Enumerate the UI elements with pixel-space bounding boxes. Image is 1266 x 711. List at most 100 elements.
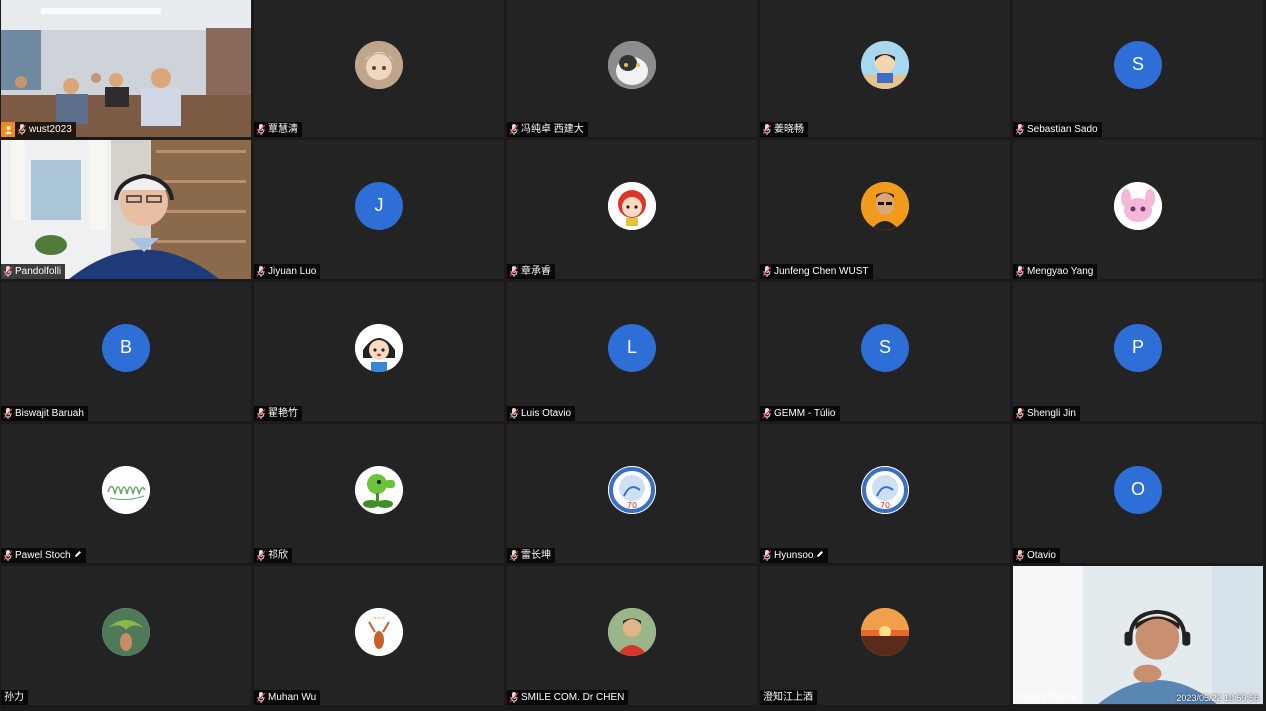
mic-muted-icon <box>4 266 12 277</box>
participant-name: 雷长坤 <box>521 550 551 561</box>
participant-tile[interactable]: 姜晓畅 <box>760 0 1010 137</box>
participant-name: wust2023 <box>29 124 72 135</box>
participant-tile[interactable]: L Luis Otavio <box>507 282 757 421</box>
participant-nametag: Junfeng Chen WUST <box>760 264 873 279</box>
participant-tile[interactable]: S Sebastian Sado <box>1013 0 1263 137</box>
participant-nametag: Hyunsoo <box>760 548 829 563</box>
participant-tile[interactable]: 覃慧清 <box>254 0 504 137</box>
participant-tile[interactable]: Pawel Stoch <box>1 424 251 563</box>
participant-name: 翟艳竹 <box>268 408 298 419</box>
participant-nametag: 冯纯卓 西建大 <box>507 122 588 137</box>
cat-avatar <box>608 40 656 89</box>
participant-tile[interactable]: O Otavio <box>1013 424 1263 563</box>
mic-muted-icon <box>4 408 12 419</box>
participant-tile[interactable]: ~~~ Muhan Wu <box>254 566 504 705</box>
participant-nametag: Patrick Gehre <box>1013 690 1081 705</box>
conference-room-video <box>1 0 251 137</box>
mic-muted-icon <box>510 266 518 277</box>
participant-nametag: Pawel Stoch <box>1 548 86 563</box>
participant-nametag: Shengli Jin <box>1013 406 1080 421</box>
participant-tile[interactable]: Pandolfolli <box>1 140 251 279</box>
participant-tile[interactable]: 祁欣 <box>254 424 504 563</box>
participant-name: Biswajit Baruah <box>15 408 84 419</box>
participant-tile[interactable]: 70 雷长坤 <box>507 424 757 563</box>
mic-muted-icon <box>763 124 771 135</box>
mic-muted-icon <box>257 692 265 703</box>
man-red-shirt-avatar <box>608 607 656 656</box>
peashooter-avatar <box>355 465 403 514</box>
mic-muted-icon <box>1016 266 1024 277</box>
participant-tile[interactable]: P Shengli Jin <box>1013 282 1263 421</box>
mic-muted-icon <box>1016 550 1024 561</box>
participant-video <box>1 140 251 279</box>
participant-tile[interactable]: 70 Hyunsoo <box>760 424 1010 563</box>
participant-name: 孙力 <box>4 692 24 703</box>
svg-text:70: 70 <box>880 501 890 510</box>
participant-tile[interactable]: SMILE COM. Dr CHEN <box>507 566 757 705</box>
participant-tile[interactable]: 孙力 <box>1 566 251 705</box>
participant-nametag: 祁欣 <box>254 548 292 563</box>
participant-nametag: Biswajit Baruah <box>1 406 88 421</box>
participant-tile[interactable]: B Biswajit Baruah <box>1 282 251 421</box>
participant-tile[interactable]: Mengyao Yang <box>1013 140 1263 279</box>
participant-tile[interactable]: S GEMM - Túlio <box>760 282 1010 421</box>
participant-nametag: wust2023 <box>15 122 76 137</box>
participant-name: SMILE COM. Dr CHEN <box>521 692 625 703</box>
participant-gallery: wust2023 覃慧清 冯纯卓 西建大 姜晓畅 S Sebastian Sado Pand… <box>0 0 1266 711</box>
rename-pencil-icon[interactable] <box>74 548 82 563</box>
participant-nametag: Pandolfolli <box>1 264 66 279</box>
anime-character-avatar <box>355 40 403 89</box>
signature-avatar <box>102 465 150 514</box>
participant-name: Muhan Wu <box>268 692 317 703</box>
participant-name: GEMM - Túlio <box>774 408 836 419</box>
svg-text:~~~: ~~~ <box>373 616 386 622</box>
cartoon-boy-avatar <box>861 40 909 89</box>
participant-nametag: 雷长坤 <box>507 548 555 563</box>
participant-nametag: Otavio <box>1013 548 1060 563</box>
participant-name: Otavio <box>1027 550 1056 561</box>
participant-name: Pawel Stoch <box>15 550 71 561</box>
avatar-initial: O <box>1114 465 1162 514</box>
participant-nametag: 姜晓畅 <box>760 122 808 137</box>
avatar-initial: S <box>861 323 909 372</box>
avatar-initial: L <box>608 323 656 372</box>
mic-muted-icon <box>18 124 26 135</box>
mic-muted-icon <box>257 266 265 277</box>
deer-avatar: ~~~ <box>355 607 403 656</box>
participant-tile[interactable]: 澄知江上酒 <box>760 566 1010 705</box>
participant-video <box>1013 566 1263 705</box>
participant-nametag: 覃慧清 <box>254 122 302 137</box>
participant-name: Pandolfolli <box>15 266 62 277</box>
participant-name: 覃慧清 <box>268 124 298 135</box>
cartoon-girl-red-avatar <box>608 181 656 230</box>
participant-name: Shengli Jin <box>1027 408 1076 419</box>
participant-nametag: 孙力 <box>1 690 28 705</box>
pink-creature-avatar <box>1114 181 1162 230</box>
participant-tile[interactable]: J Jiyuan Luo <box>254 140 504 279</box>
mic-muted-icon <box>763 408 771 419</box>
avatar-initial: B <box>102 323 150 372</box>
participant-name: Luis Otavio <box>521 408 572 419</box>
mic-muted-icon <box>257 124 265 135</box>
avatar-initial: J <box>355 181 403 230</box>
mic-muted-icon <box>510 692 518 703</box>
plant-hand-avatar <box>102 607 150 656</box>
anniversary-logo-avatar: 70 <box>608 465 656 514</box>
participant-tile[interactable]: Junfeng Chen WUST <box>760 140 1010 279</box>
participant-tile[interactable]: wust2023 <box>1 0 251 137</box>
host-person-icon <box>1 122 15 137</box>
participant-tile[interactable]: 翟艳竹 <box>254 282 504 421</box>
participant-nametag: GEMM - Túlio <box>760 406 840 421</box>
mic-muted-icon <box>257 408 265 419</box>
participant-nametag: SMILE COM. Dr CHEN <box>507 690 629 705</box>
rename-pencil-icon[interactable] <box>816 548 824 563</box>
participant-tile[interactable]: Patrick Gehre 2023/05/22 18:59:56 <box>1013 566 1263 705</box>
participant-name: Mengyao Yang <box>1027 266 1094 277</box>
participant-nametag: Muhan Wu <box>254 690 321 705</box>
participant-tile[interactable]: 章承睿 <box>507 140 757 279</box>
anniversary-logo-avatar: 70 <box>861 465 909 514</box>
mic-muted-icon <box>257 550 265 561</box>
participant-tile[interactable]: 冯纯卓 西建大 <box>507 0 757 137</box>
participant-name: 澄知江上酒 <box>763 692 813 703</box>
participant-nametag: Jiyuan Luo <box>254 264 321 279</box>
